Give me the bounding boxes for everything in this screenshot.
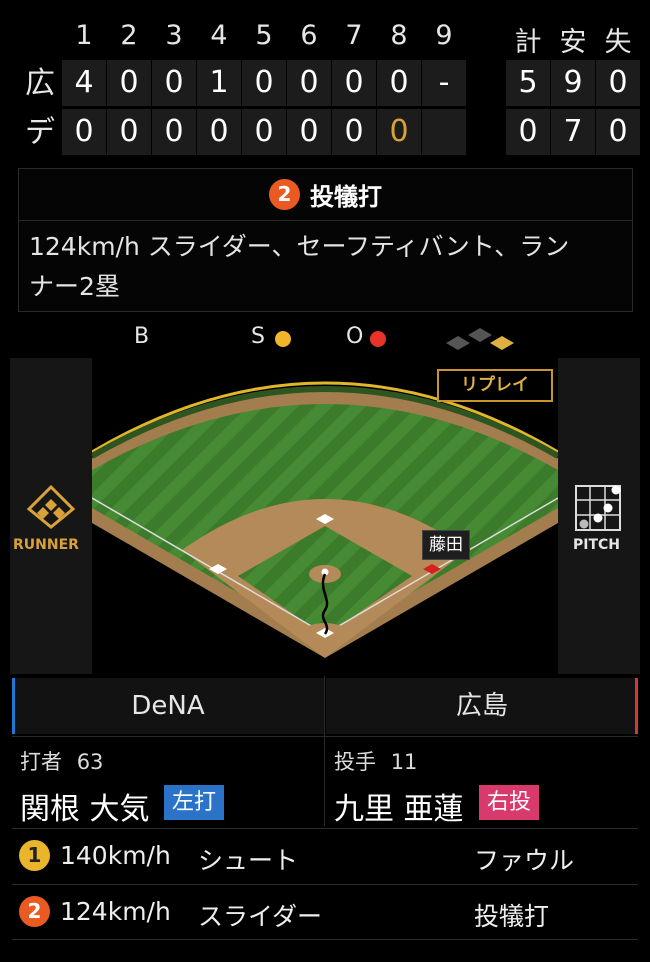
total-errors: 0	[596, 109, 640, 155]
batter-hand-tag: 左打	[164, 785, 225, 820]
inning-score: 0	[332, 60, 376, 106]
batter-name: 関根 大気	[20, 792, 150, 827]
pitch-type: シュート	[198, 846, 299, 875]
total-runs: 5	[506, 60, 550, 106]
total-header-runs: 計	[514, 27, 542, 58]
pitcher-role-label: 投手	[334, 750, 376, 774]
pitch-result: ファウル	[474, 846, 575, 875]
play-description-panel: 2 投犠打 124km/h スライダー、セーフティバント、ラン ナー2塁	[18, 168, 633, 312]
inning-score: 0	[107, 109, 151, 155]
pitch-speed: 124km/h	[60, 897, 171, 926]
replay-button[interactable]: リプレイ	[437, 369, 553, 402]
inning-header: 8	[390, 20, 408, 51]
bases-occupied-icon	[446, 328, 514, 350]
pitcher-name: 九里 亜蓮	[334, 792, 464, 827]
pitch-list-item[interactable]: 2 124km/h スライダー 投犠打	[12, 884, 638, 940]
runner-panel[interactable]	[10, 358, 92, 674]
pitch-panel[interactable]	[558, 358, 640, 674]
divider	[12, 736, 638, 737]
inning-score: 0	[242, 60, 286, 106]
runner-label: RUNNER	[13, 537, 79, 553]
play-title: 2 投犠打	[19, 169, 632, 221]
total-header-hits: 安	[559, 27, 587, 58]
team-abbr-home: デ	[25, 115, 55, 150]
pitch-number-badge: 2	[19, 896, 50, 927]
batter-number: 63	[76, 750, 104, 774]
inning-header: 2	[120, 20, 138, 51]
inning-header: 3	[165, 20, 183, 51]
play-result-title: 投犠打	[310, 183, 382, 211]
inning-header: 6	[300, 20, 318, 51]
pitcher-role: 投手 11	[334, 746, 417, 776]
inning-score: -	[422, 60, 466, 106]
inning-score	[422, 109, 466, 155]
fielder-name-tag: 藤田	[422, 530, 470, 560]
play-description-line: ナー2塁	[29, 272, 120, 301]
runner-diamond-icon	[26, 484, 76, 529]
total-hits: 9	[551, 60, 595, 106]
inning-score: 0	[242, 109, 286, 155]
inning-score: 0	[197, 109, 241, 155]
inning-score: 0	[152, 60, 196, 106]
balls-label: B	[134, 324, 150, 349]
inning-header: 5	[255, 20, 273, 51]
pitch-list-item[interactable]: 1 140km/h シュート ファウル	[12, 828, 638, 883]
team-tab-away[interactable]: DeNA	[12, 678, 324, 734]
inning-score-current: 0	[377, 109, 421, 155]
pitch-number-badge: 1	[19, 840, 50, 871]
team-color-bar	[12, 678, 15, 734]
inning-header: 4	[210, 20, 228, 51]
pitch-result: 投犠打	[474, 902, 550, 931]
play-description-line: 124km/h スライダー、セーフティバント、ラン	[29, 232, 570, 261]
inning-score: 0	[377, 60, 421, 106]
total-header-errors: 失	[604, 27, 632, 58]
inning-score: 1	[197, 60, 241, 106]
play-description-text: 124km/h スライダー、セーフティバント、ラン ナー2塁	[29, 227, 622, 307]
divider	[324, 676, 325, 826]
inning-score: 0	[332, 109, 376, 155]
team-name-away: DeNA	[131, 691, 205, 721]
team-abbr-away: 広	[25, 66, 55, 101]
field-diagram	[92, 381, 558, 674]
pitch-grid-icon	[575, 485, 621, 531]
total-errors: 0	[596, 60, 640, 106]
strike-dot	[275, 331, 291, 347]
inning-header: 7	[345, 20, 363, 51]
strikes-label: S	[251, 324, 265, 349]
batter-role: 打者 63	[20, 746, 103, 776]
inning-score: 0	[62, 109, 106, 155]
inning-header: 1	[75, 20, 93, 51]
pitch-number-badge: 2	[269, 179, 300, 210]
pitch-speed: 140km/h	[60, 841, 171, 870]
inning-score: 0	[107, 60, 151, 106]
inning-header: 9	[435, 20, 453, 51]
team-name-home: 広島	[455, 691, 508, 721]
outs-label: O	[346, 324, 364, 349]
pitch-label: PITCH	[573, 537, 621, 553]
total-runs: 0	[506, 109, 550, 155]
inning-score: 0	[152, 109, 196, 155]
inning-score: 4	[62, 60, 106, 106]
batter-role-label: 打者	[20, 750, 62, 774]
pitch-type: スライダー	[198, 902, 323, 931]
out-dot	[370, 331, 386, 347]
inning-score: 0	[287, 60, 331, 106]
pitcher-number: 11	[390, 750, 418, 774]
total-hits: 7	[551, 109, 595, 155]
team-color-bar	[635, 678, 638, 734]
pitcher-hand-tag: 右投	[479, 785, 540, 820]
baseball-field	[92, 358, 558, 674]
team-tab-home[interactable]: 広島	[326, 678, 638, 734]
inning-score: 0	[287, 109, 331, 155]
